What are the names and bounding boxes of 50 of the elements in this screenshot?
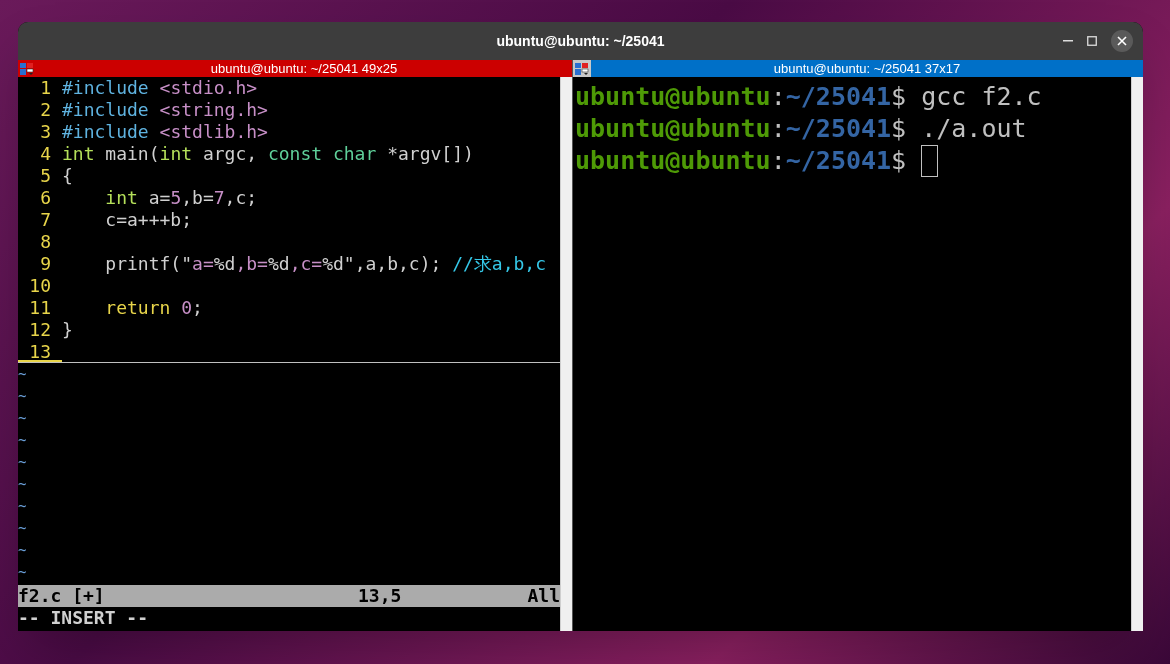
code-line: }: [62, 319, 73, 341]
mode-indicator: -- INSERT --: [18, 607, 149, 628]
code-line: #include <string.h>: [62, 99, 268, 121]
line-number: 9: [39, 253, 52, 275]
empty-line-marker: ~: [18, 521, 27, 535]
code-line: {: [62, 165, 73, 187]
pane-title: ubuntu@ubuntu: ~/25041 49x25: [209, 62, 399, 75]
code-line: c=a+++b;: [104, 209, 193, 231]
line-number: 4: [39, 143, 52, 165]
window-title: ubuntu@ubuntu: ~/25041: [496, 31, 665, 51]
line-number: 10: [28, 275, 52, 297]
empty-line-marker: ~: [18, 565, 27, 579]
empty-line-marker: ~: [18, 433, 27, 447]
line-number: 2: [39, 99, 52, 121]
code-line: #include <stdio.h>: [62, 77, 258, 99]
terminal-line: ubuntu@ubuntu:~/25041$: [575, 145, 907, 177]
code-line: return 0;: [104, 297, 203, 319]
close-icon[interactable]: [1111, 30, 1133, 52]
status-position: 13,5: [358, 585, 403, 607]
line-number: 3: [39, 121, 52, 143]
line-number: 1: [39, 77, 52, 99]
layout-icon[interactable]: [19, 61, 35, 76]
line-number: 7: [39, 209, 52, 231]
code-line: #include <stdlib.h>: [62, 121, 268, 143]
line-number: 8: [39, 231, 52, 253]
code-line: int a=5,b=7,c;: [104, 187, 258, 209]
line-number: 13: [18, 341, 62, 362]
empty-line-marker: ~: [18, 499, 27, 513]
line-number: 5: [39, 165, 52, 187]
line-number: 6: [39, 187, 52, 209]
minimize-icon[interactable]: [1063, 40, 1073, 42]
empty-line-marker: ~: [18, 411, 27, 425]
status-scroll: All: [527, 585, 560, 607]
layout-icon[interactable]: [574, 61, 590, 76]
pane-title: ubuntu@ubuntu: ~/25041 37x17: [772, 62, 962, 75]
empty-line-marker: ~: [18, 367, 27, 381]
empty-line-marker: ~: [18, 543, 27, 557]
line-number: 11: [28, 297, 52, 319]
code-line: int main(int argc, const char *argv[]): [62, 143, 474, 165]
terminal-line: ubuntu@ubuntu:~/25041$ gcc f2.c: [575, 81, 1042, 113]
empty-line-marker: ~: [18, 455, 27, 469]
scrollbar[interactable]: [560, 77, 572, 631]
empty-line-marker: ~: [18, 477, 27, 491]
empty-line-marker: ~: [18, 389, 27, 403]
status-file: f2.c [+]: [18, 585, 106, 607]
line-number: 12: [28, 319, 52, 341]
terminal-line: ubuntu@ubuntu:~/25041$ ./a.out: [575, 113, 1027, 145]
scrollbar[interactable]: [1131, 77, 1143, 631]
code-line: printf("a=%d,b=%d,c=%d",a,b,c); //求a,b,c: [104, 253, 547, 275]
maximize-icon[interactable]: [1087, 36, 1097, 46]
